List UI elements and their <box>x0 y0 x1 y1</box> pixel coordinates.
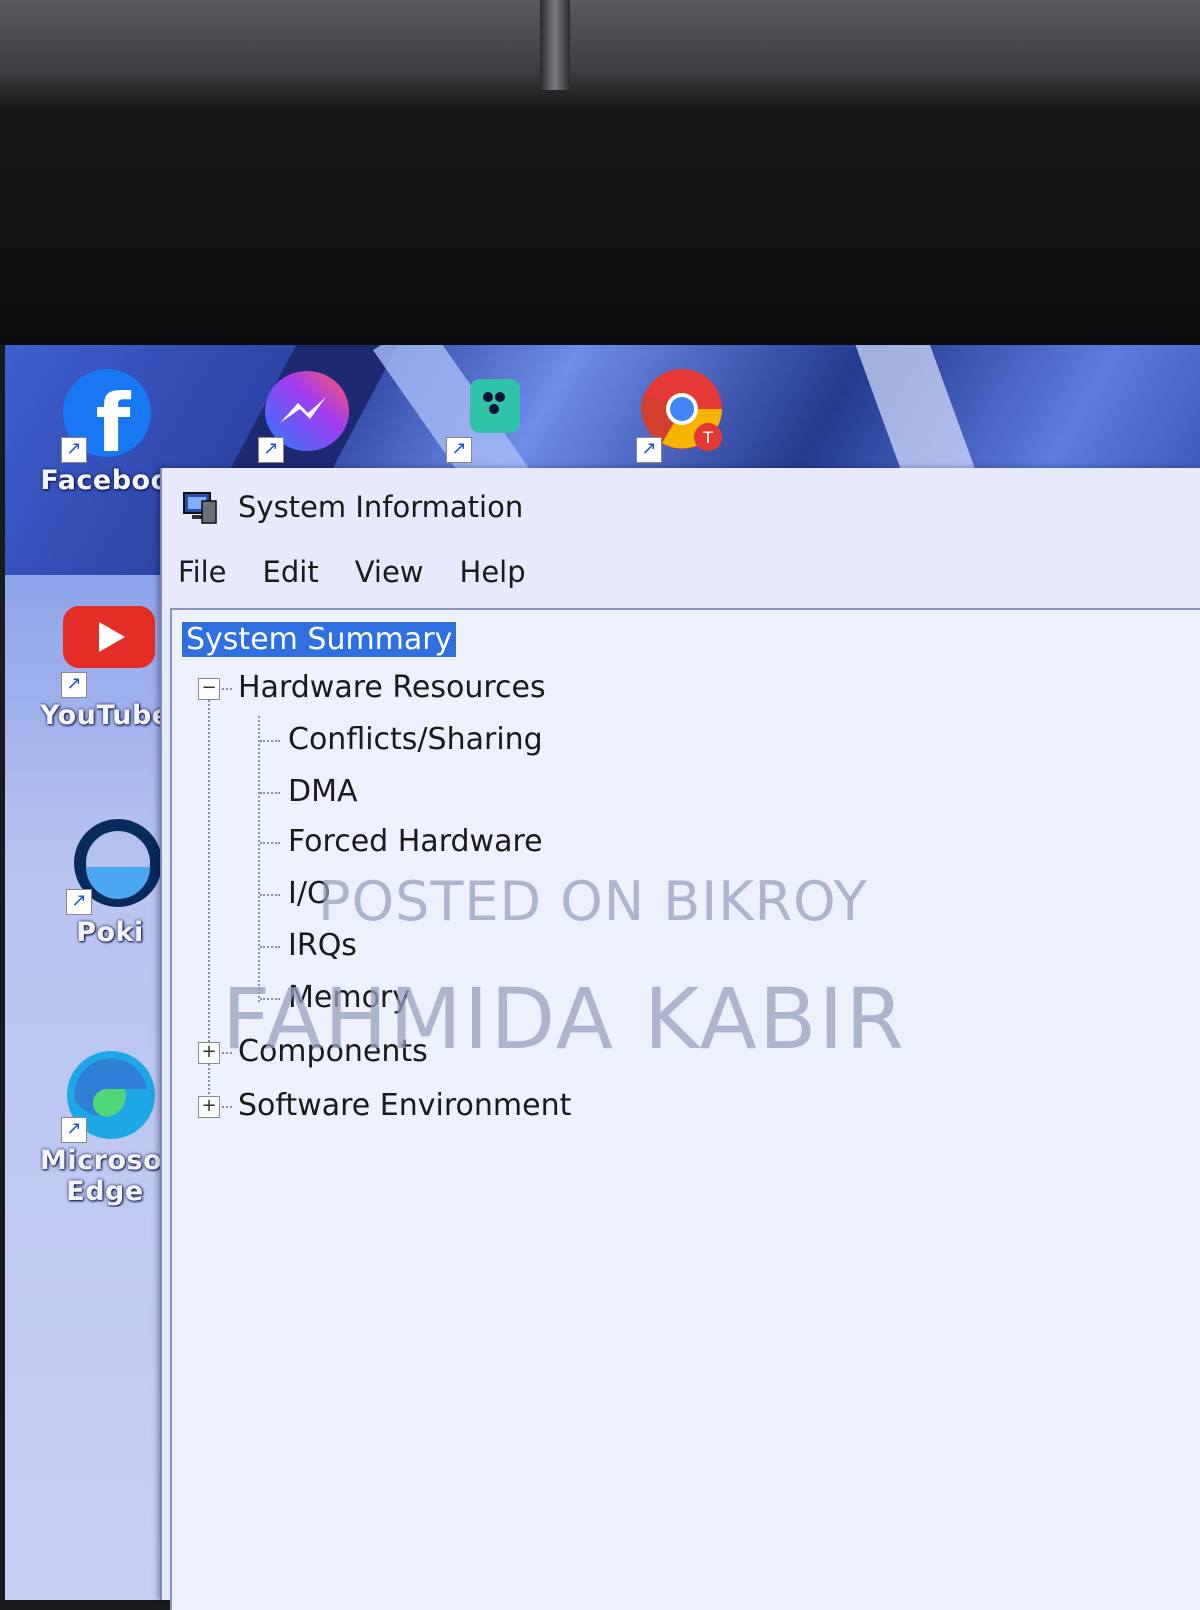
expand-icon[interactable]: + <box>198 1096 220 1118</box>
menu-view[interactable]: View <box>355 555 424 589</box>
youtube-icon: ↗ <box>55 600 155 700</box>
desktop-icon-label-line2: Edge <box>66 1176 144 1207</box>
tree-item-label: Components <box>238 1034 428 1069</box>
tree-item-io[interactable]: I/O <box>288 872 331 916</box>
desktop-icon-edge[interactable]: ↗ Microsof Edge <box>40 1045 170 1207</box>
tree-connector <box>218 1052 232 1054</box>
tree-item-label: Conflicts/Sharing <box>288 722 543 757</box>
expand-icon[interactable]: + <box>198 1042 220 1064</box>
tree-item-dma[interactable]: DMA <box>288 770 358 814</box>
title-bar[interactable]: System Information <box>162 468 1200 546</box>
desktop-icon-facebook[interactable]: f ↗ Faceboo <box>40 365 170 496</box>
menu-file[interactable]: File <box>178 555 227 589</box>
monitor-bezel <box>0 0 1200 345</box>
desktop-icon-label: Poki <box>76 917 144 948</box>
tree-connector <box>260 842 280 844</box>
desktop-icon-label: YouTube <box>40 700 170 731</box>
shortcut-arrow-icon: ↗ <box>66 889 92 915</box>
tree-connector <box>260 946 280 948</box>
tree-item-label: IRQs <box>288 928 357 963</box>
menu-help[interactable]: Help <box>460 555 526 589</box>
game-controller-icon: ↗ <box>440 365 540 465</box>
tree-item-software-environment[interactable]: Software Environment <box>238 1084 571 1128</box>
shortcut-arrow-icon: ↗ <box>61 672 87 698</box>
shortcut-arrow-icon: ↗ <box>636 437 662 463</box>
tree-connector <box>260 792 280 794</box>
poki-icon: ↗ <box>60 817 162 917</box>
tree-item-components[interactable]: Components <box>238 1030 428 1074</box>
desktop-icon-game[interactable]: ↗ <box>425 365 555 465</box>
tree-item-irqs[interactable]: IRQs <box>288 924 357 968</box>
desktop-icon-label: Microsof <box>40 1145 170 1176</box>
tree-connector <box>258 716 260 1002</box>
shortcut-arrow-icon: ↗ <box>258 437 284 463</box>
menu-bar: File Edit View Help <box>162 546 1200 598</box>
messenger-icon: ↗ <box>252 365 352 465</box>
window-title: System Information <box>238 490 524 524</box>
desktop-icon-youtube[interactable]: ↗ YouTube <box>40 600 170 731</box>
system-information-window[interactable]: System Information File Edit View Help S… <box>160 468 1200 1610</box>
tree-connector <box>218 1106 232 1108</box>
tree-connector <box>260 894 280 896</box>
tree-item-label: System Summary <box>180 621 458 658</box>
tree-item-label: Hardware Resources <box>238 670 546 705</box>
tree-item-conflicts-sharing[interactable]: Conflicts/Sharing <box>288 718 543 762</box>
tree-item-label: I/O <box>288 876 331 911</box>
svg-text:T: T <box>702 428 713 447</box>
edge-icon: ↗ <box>55 1045 155 1145</box>
tree-connector <box>218 688 232 690</box>
tree-item-label: Software Environment <box>238 1088 572 1123</box>
tree-item-system-summary[interactable]: System Summary <box>180 618 458 662</box>
desktop-icon-label: Faceboo <box>40 465 170 496</box>
desktop-icon-messenger[interactable]: ↗ <box>237 365 367 465</box>
desktop-icon-chrome[interactable]: T ↗ <box>615 365 745 465</box>
desktop-icon-poki[interactable]: ↗ Poki <box>45 817 175 948</box>
collapse-icon[interactable]: − <box>198 678 220 700</box>
shortcut-arrow-icon: ↗ <box>446 437 472 463</box>
shortcut-arrow-icon: ↗ <box>61 1117 87 1143</box>
tree-item-label: Forced Hardware <box>288 824 543 859</box>
category-tree[interactable]: System Summary − Hardware Resources Conf… <box>170 608 1200 1610</box>
tree-item-label: Memory <box>288 980 411 1015</box>
tree-connector <box>260 998 280 1000</box>
menu-edit[interactable]: Edit <box>263 555 319 589</box>
system-information-icon <box>180 487 220 527</box>
monitor-stand <box>540 0 570 90</box>
tree-item-forced-hardware[interactable]: Forced Hardware <box>288 820 543 864</box>
tree-item-label: DMA <box>288 774 358 809</box>
facebook-icon: f ↗ <box>55 365 155 470</box>
tree-connector <box>260 740 280 742</box>
shortcut-arrow-icon: ↗ <box>61 437 87 463</box>
chrome-icon: T ↗ <box>630 365 730 465</box>
tree-item-hardware-resources[interactable]: Hardware Resources <box>238 666 546 710</box>
tree-item-memory[interactable]: Memory <box>288 976 410 1020</box>
svg-text:f: f <box>96 377 132 465</box>
